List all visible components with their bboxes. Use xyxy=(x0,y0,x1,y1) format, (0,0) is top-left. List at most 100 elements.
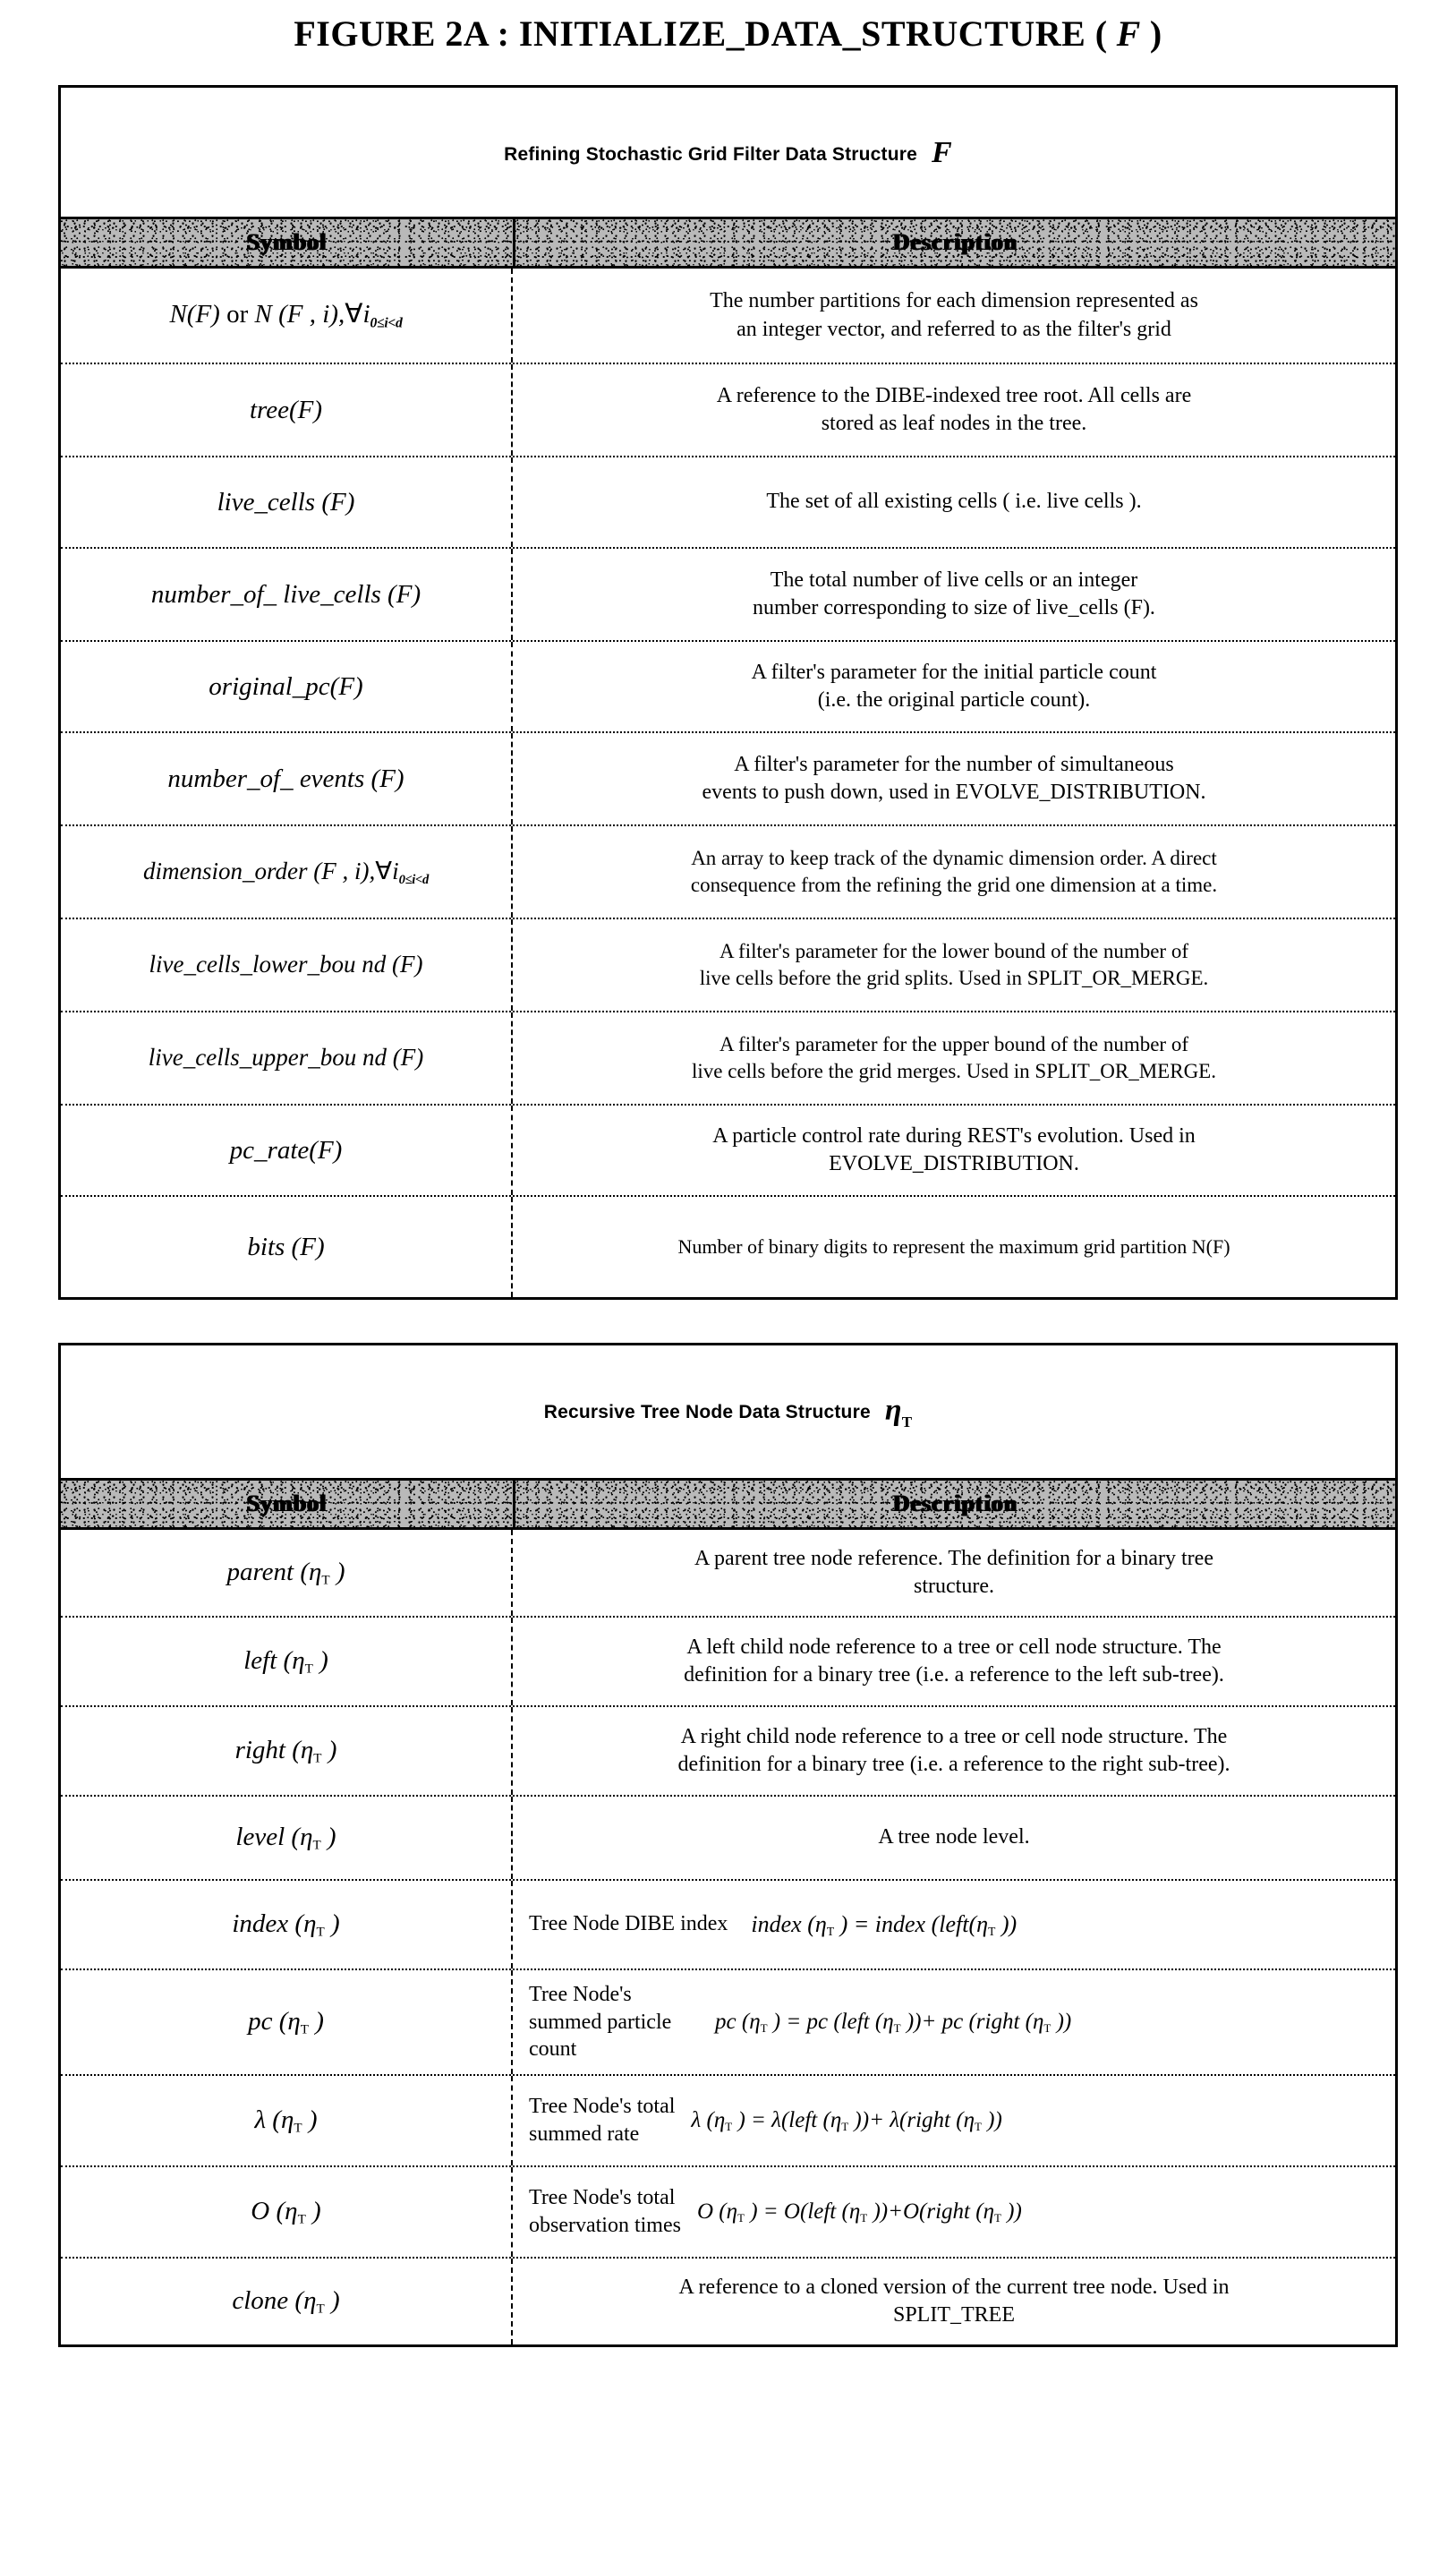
table-row: O (ηT ) Tree Node's total observation ti… xyxy=(61,2166,1395,2259)
table-row: number_of_ live_cells (F) The total numb… xyxy=(61,549,1395,642)
table2-row8-symbol: clone (ηT ) xyxy=(61,2258,513,2344)
table-row: left (ηT ) A left child node reference t… xyxy=(61,1617,1395,1707)
table-row: number_of_ events (F) A filter's paramet… xyxy=(61,733,1395,826)
table2-header-description: Description xyxy=(515,1481,1395,1527)
desc-line: EVOLVE_DISTRIBUTION. xyxy=(829,1152,1079,1175)
table2-row8-description: A reference to a cloned version of the c… xyxy=(513,2259,1395,2344)
desc-line: live cells before the grid splits. Used … xyxy=(699,967,1209,989)
desc-line: A left child node reference to a tree or… xyxy=(686,1635,1222,1659)
desc-line: A reference to a cloned version of the c… xyxy=(678,2275,1230,2299)
desc-line: summed rate xyxy=(529,2122,640,2146)
table1-row2-description: The set of all existing cells ( i.e. liv… xyxy=(513,457,1395,547)
desc-line: A filter's parameter for the lower bound… xyxy=(719,940,1188,963)
desc-line: summed particle count xyxy=(529,2010,672,2062)
table2-row4-symbol: index (ηT ) xyxy=(61,1880,513,1968)
table-row: dimension_order (F , i),∀i0≤i<d An array… xyxy=(61,826,1395,919)
table1-caption-text: Refining Stochastic Grid Filter Data Str… xyxy=(504,144,918,165)
table1-row9-symbol: pc_rate(F) xyxy=(61,1106,513,1195)
table2-row6-symbol: λ (ηT ) xyxy=(61,2075,513,2165)
table-row: live_cells_lower_bou nd (F) A filter's p… xyxy=(61,919,1395,1012)
table2-row0-description: A parent tree node reference. The defini… xyxy=(513,1530,1395,1616)
table-row: live_cells_upper_bou nd (F) A filter's p… xyxy=(61,1012,1395,1106)
table1-row5-description: A filter's parameter for the number of s… xyxy=(513,733,1395,824)
table-row: pc_rate(F) A particle control rate durin… xyxy=(61,1106,1395,1197)
formula: O (ηT ) = O(left (ηT ))+O(right (ηT )) xyxy=(696,2199,1022,2225)
page-title: FIGURE 2A : INITIALIZE_DATA_STRUCTURE (F… xyxy=(0,0,1456,64)
desc-line: A reference to the DIBE-indexed tree roo… xyxy=(716,383,1192,407)
table-row: bits (F) Number of binary digits to repr… xyxy=(61,1197,1395,1297)
table2-row7-symbol: O (ηT ) xyxy=(61,2166,513,2257)
desc-line: A filter's parameter for the initial par… xyxy=(751,660,1157,684)
desc-line: definition for a binary tree (i.e. a ref… xyxy=(677,1752,1230,1776)
table2-header-description-label: Description xyxy=(892,1490,1018,1516)
table-row: pc (ηT ) Tree Node's summed particle cou… xyxy=(61,1969,1395,2076)
table-row: live_cells (F) The set of all existing c… xyxy=(61,457,1395,549)
table-row: original_pc(F) A filter's parameter for … xyxy=(61,642,1395,733)
desc-line: The total number of live cells or an int… xyxy=(770,568,1138,592)
desc-line: events to push down, used in EVOLVE_DIST… xyxy=(702,781,1206,804)
formula: pc (ηT ) = pc (left (ηT ))+ pc (right (η… xyxy=(715,2009,1072,2035)
desc-line: definition for a binary tree (i.e. a ref… xyxy=(684,1662,1224,1687)
table1-row9-description: A particle control rate during REST's ev… xyxy=(513,1106,1395,1195)
table2-header-row: Symbol Description xyxy=(61,1477,1395,1530)
desc-line: Tree Node's total xyxy=(529,2186,676,2210)
desc-line: A filter's parameter for the upper bound… xyxy=(719,1033,1188,1056)
formula: λ (ηT ) = λ(left (ηT ))+ λ(right (ηT )) xyxy=(691,2107,1002,2133)
table2-row5-symbol: pc (ηT ) xyxy=(61,1969,513,2074)
table2-caption-text: Recursive Tree Node Data Structure xyxy=(543,1402,871,1422)
table1-row1-symbol: tree(F) xyxy=(61,364,513,456)
desc-line: Tree Node's total xyxy=(529,2095,676,2119)
page-title-suffix: ) xyxy=(1149,13,1162,54)
table-row: parent (ηT ) A parent tree node referenc… xyxy=(61,1529,1395,1618)
table2-row3-description: A tree node level. xyxy=(513,1797,1395,1879)
table1-row1-description: A reference to the DIBE-indexed tree roo… xyxy=(513,364,1395,456)
table2-caption: Recursive Tree Node Data Structure ηT xyxy=(61,1345,1395,1478)
eta-subscript: T xyxy=(901,1413,913,1430)
table-row: index (ηT ) Tree Node DIBE index index (… xyxy=(61,1880,1395,1970)
table1-row4-description: A filter's parameter for the initial par… xyxy=(513,642,1395,731)
desc-line: A filter's parameter for the number of s… xyxy=(734,752,1174,776)
desc-line: The number partitions for each dimension… xyxy=(710,289,1198,313)
table1-row0-description: The number partitions for each dimension… xyxy=(513,269,1395,363)
desc-line: live cells before the grid merges. Used … xyxy=(692,1060,1216,1082)
desc-line: A particle control rate during REST's ev… xyxy=(712,1123,1196,1148)
table1-caption: Refining Stochastic Grid Filter Data Str… xyxy=(61,88,1395,217)
desc-line: A tree node level. xyxy=(878,1825,1030,1849)
table1-row8-symbol: live_cells_upper_bou nd (F) xyxy=(61,1012,513,1104)
table1-header-row: Symbol Description xyxy=(61,217,1395,269)
desc-line: number corresponding to size of live_cel… xyxy=(753,596,1155,619)
table-row: N(F) or N (F , i),∀i0≤i<d The number par… xyxy=(61,269,1395,364)
desc-line: Tree Node DIBE index xyxy=(529,1912,728,1936)
table2-header-symbol: Symbol xyxy=(61,1480,515,1527)
table2-row1-symbol: left (ηT ) xyxy=(61,1617,513,1705)
table-row: right (ηT ) A right child node reference… xyxy=(61,1706,1395,1797)
data-structure-table-filter: Refining Stochastic Grid Filter Data Str… xyxy=(58,85,1398,1300)
eta-glyph: η xyxy=(884,1394,902,1427)
table2-row3-symbol: level (ηT ) xyxy=(61,1796,513,1879)
table-row: clone (ηT ) A reference to a cloned vers… xyxy=(61,2258,1395,2344)
table2-row5-description: Tree Node's summed particle count pc (ηT… xyxy=(513,1970,1395,2074)
table1-header-description: Description xyxy=(515,219,1395,266)
table2-header-symbol-label: Symbol xyxy=(246,1490,328,1516)
desc-line: Tree Node's xyxy=(529,1982,632,2006)
table2-row0-symbol: parent (ηT ) xyxy=(61,1529,513,1616)
table2-row7-description: Tree Node's total observation times O (η… xyxy=(513,2167,1395,2257)
table1-row10-description: Number of binary digits to represent the… xyxy=(513,1197,1395,1297)
desc-line: consequence from the refining the grid o… xyxy=(690,874,1218,896)
page-title-symbol: F xyxy=(1116,13,1141,54)
table1-row8-description: A filter's parameter for the upper bound… xyxy=(513,1012,1395,1104)
desc-line: The set of all existing cells ( i.e. liv… xyxy=(766,490,1142,514)
table1-row0-symbol: N(F) or N (F , i),∀i0≤i<d xyxy=(61,269,513,363)
table1-caption-symbol: F xyxy=(932,136,952,169)
desc-line: structure. xyxy=(914,1574,994,1598)
table2-row1-description: A left child node reference to a tree or… xyxy=(513,1618,1395,1705)
table-row: level (ηT ) A tree node level. xyxy=(61,1796,1395,1881)
table1-row7-symbol: live_cells_lower_bou nd (F) xyxy=(61,919,513,1011)
table-row: λ (ηT ) Tree Node's total summed rate λ … xyxy=(61,2075,1395,2167)
table1-row5-symbol: number_of_ events (F) xyxy=(61,733,513,824)
table1-row3-description: The total number of live cells or an int… xyxy=(513,549,1395,640)
desc-line: A right child node reference to a tree o… xyxy=(680,1724,1228,1748)
desc-line: SPLIT_TREE xyxy=(892,2302,1015,2327)
formula: index (ηT ) = index (left(ηT )) xyxy=(751,1910,1017,1938)
desc-line: (i.e. the original particle count). xyxy=(817,688,1091,712)
